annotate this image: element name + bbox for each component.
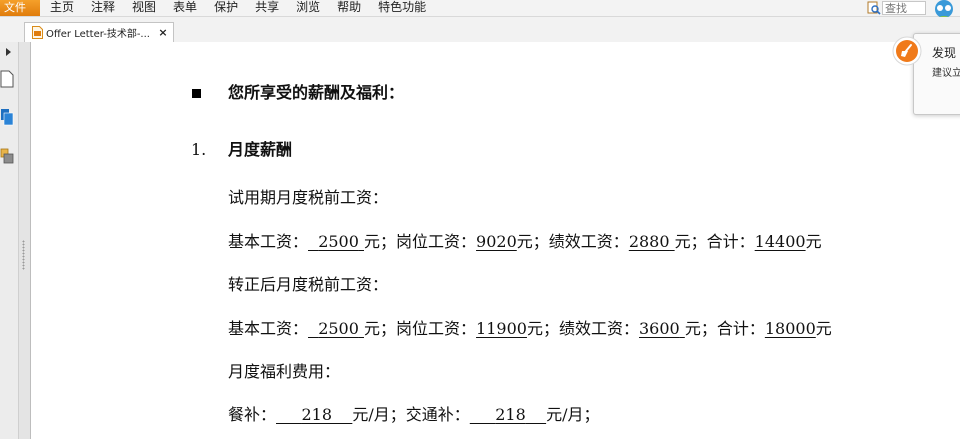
search-input[interactable] [882, 1, 926, 15]
document-tab-title: Offer Letter-技术部-... [46, 29, 150, 40]
separator: ； [380, 232, 397, 251]
bookmarks-icon[interactable] [0, 108, 14, 126]
separator: ； [690, 232, 707, 251]
unit-label: 元 [815, 319, 832, 338]
perf-salary-value: 3600 [639, 319, 680, 338]
menu-item-annotate[interactable]: 注释 [91, 0, 115, 16]
panel-splitter[interactable] [19, 42, 31, 439]
welfare-line: 餐补： 218 元/月；交通补： 218 元/月； [228, 405, 600, 425]
post-salary-label: 岗位工资： [396, 319, 477, 338]
pdf-reader-window: 文件 主页 注释 视图 表单 保护 共享 浏览 帮助 特色功能 查找 Offer… [0, 0, 960, 439]
perf-salary-label: 绩效工资： [548, 232, 629, 251]
document-page: 您所享受的薪酬及福利： 1. 月度薪酬 试用期月度税前工资： 基本工资： 250… [31, 42, 960, 439]
base-salary-label: 基本工资： [228, 319, 309, 338]
welfare-title: 月度福利费用： [228, 362, 341, 381]
close-tab-icon[interactable]: × [156, 26, 170, 39]
menu-item-share[interactable]: 共享 [255, 0, 279, 16]
cleanup-broom-icon[interactable] [892, 36, 922, 66]
total-salary-label: 合计： [716, 319, 765, 338]
item-number: 1. [191, 140, 207, 159]
unit-label: 元/月 [546, 405, 584, 424]
total-salary-label: 合计： [706, 232, 755, 251]
item-title: 月度薪酬 [228, 140, 293, 159]
regular-title: 转正后月度税前工资： [228, 275, 389, 294]
unit-label: 元 [526, 319, 543, 338]
transport-allowance-label: 交通补： [405, 405, 470, 424]
menu-item-home[interactable]: 主页 [50, 0, 74, 16]
menu-item-browse[interactable]: 浏览 [296, 0, 320, 16]
base-salary-label: 基本工资： [228, 232, 309, 251]
menu-item-help[interactable]: 帮助 [337, 0, 361, 16]
separator: ； [542, 319, 559, 338]
menu-item-form[interactable]: 表单 [173, 0, 197, 16]
post-salary-label: 岗位工资： [396, 232, 477, 251]
attachments-icon[interactable] [0, 146, 14, 164]
file-menu-button[interactable]: 文件 [0, 0, 40, 16]
document-tab-bar: Offer Letter-技术部-... × [0, 17, 960, 43]
menu-item-protect[interactable]: 保护 [214, 0, 238, 16]
post-salary-value: 9020 [476, 232, 517, 251]
base-salary-value: 2500 [318, 319, 359, 338]
post-salary-value: 11900 [476, 319, 527, 338]
regular-salary-line: 基本工资： 2500 元；岗位工资：11900元；绩效工资：3600 元；合计：… [228, 319, 832, 339]
separator: ； [389, 405, 406, 424]
transport-allowance-value: 218 [495, 405, 526, 424]
menu-bar: 文件 主页 注释 视图 表单 保护 共享 浏览 帮助 特色功能 [0, 0, 960, 30]
splitter-grip-icon [22, 240, 25, 270]
separator: ； [380, 319, 397, 338]
document-tab[interactable]: Offer Letter-技术部-... × [24, 22, 174, 42]
page-thumbnail-icon[interactable] [0, 70, 14, 88]
perf-salary-value: 2880 [628, 232, 670, 251]
separator: ； [700, 319, 717, 338]
menu-item-view[interactable]: 视图 [132, 0, 156, 16]
left-panel [0, 42, 19, 439]
notification-subtitle: 建议立 [932, 68, 960, 79]
unit-label: 元 [805, 232, 822, 251]
expand-panel-icon[interactable] [6, 48, 11, 56]
meal-allowance-value: 218 [301, 405, 332, 424]
total-salary-value: 14400 [754, 232, 806, 251]
unit-label: 元 [364, 232, 381, 251]
pdf-file-icon [32, 26, 43, 39]
unit-label: 元 [684, 319, 701, 338]
search-area [866, 0, 926, 16]
perf-salary-label: 绩效工资： [558, 319, 639, 338]
unit-label: 元 [516, 232, 533, 251]
probation-title: 试用期月度税前工资： [228, 188, 389, 207]
probation-salary-line: 基本工资： 2500 元；岗位工资：9020元；绩效工资：2880 元；合计：1… [228, 232, 822, 252]
find-document-icon[interactable] [866, 1, 882, 15]
unit-label: 元 [364, 319, 381, 338]
separator: ； [532, 232, 549, 251]
notification-title: 发现 [932, 46, 957, 60]
separator: ； [583, 405, 600, 424]
menu-items: 主页 注释 视图 表单 保护 共享 浏览 帮助 特色功能 [50, 0, 443, 16]
unit-label: 元/月 [352, 405, 390, 424]
total-salary-value: 18000 [764, 319, 816, 338]
base-salary-value: 2500 [318, 232, 359, 251]
section-heading: 您所享受的薪酬及福利： [228, 83, 405, 102]
square-bullet-icon [192, 89, 201, 98]
meal-allowance-label: 餐补： [228, 405, 277, 424]
menu-item-features[interactable]: 特色功能 [378, 0, 426, 16]
unit-label: 元 [674, 232, 691, 251]
